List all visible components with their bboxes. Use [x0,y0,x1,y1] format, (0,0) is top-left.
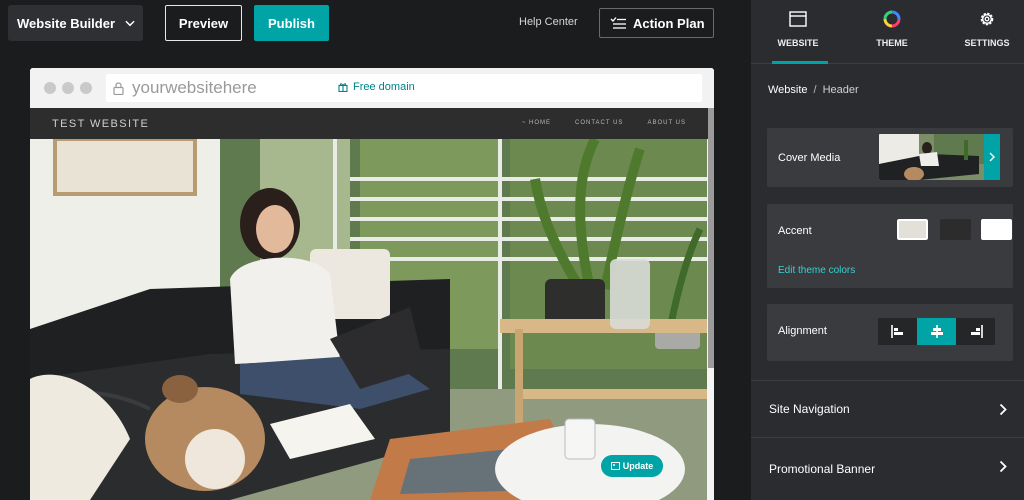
lock-icon [113,81,124,95]
free-domain-link[interactable]: Free domain [338,81,415,93]
window-dot [62,82,74,94]
website-builder-dropdown[interactable]: Website Builder [8,5,143,41]
update-label: Update [622,461,654,471]
help-center-link[interactable]: Help Center [519,16,578,28]
update-button[interactable]: Update [601,455,663,477]
browser-window-icon [789,8,807,30]
breadcrumb: Website / Header [768,84,859,96]
site-preview-browser: yourwebsitehere Free domain TEST WEBSITE… [30,68,714,500]
image-icon [610,462,620,470]
accent-swatch-white[interactable] [981,219,1012,240]
accent-swatch-dark[interactable] [940,219,971,240]
align-left-icon[interactable] [878,318,917,345]
accent-card: Accent Edit theme colors [767,204,1013,288]
action-plan-button[interactable]: Action Plan [599,8,714,38]
accent-swatch-light[interactable] [896,218,929,241]
promotional-banner-row[interactable]: Promotional Banner [751,437,1024,494]
gear-icon [978,8,996,30]
chevron-right-icon [999,460,1007,473]
tab-website-label: WEBSITE [777,38,819,48]
window-dot [44,82,56,94]
color-wheel-icon [883,8,901,30]
alignment-label: Alignment [778,325,827,337]
alignment-options [878,318,995,345]
align-center-icon[interactable] [917,318,956,345]
free-domain-label: Free domain [353,81,415,93]
panel-tabs: WEBSITE THEME SETTINGS [751,0,1024,64]
builder-label: Website Builder [17,15,116,31]
chevron-right-icon [999,403,1007,416]
site-navigation-row[interactable]: Site Navigation [751,380,1024,437]
window-dot [80,82,92,94]
publish-button[interactable]: Publish [254,5,329,41]
checklist-icon [610,17,626,29]
editor-panel: WEBSITE THEME SETTINGS Website / Header C [751,0,1024,500]
tab-settings-label: SETTINGS [964,38,1010,48]
tab-theme[interactable]: THEME [852,8,932,64]
cover-media-thumbnail[interactable] [879,134,1000,180]
gift-icon [338,83,348,92]
site-navigation-label: Site Navigation [769,402,850,416]
nav-home[interactable]: ~ HOME [522,120,551,126]
browser-chrome: yourwebsitehere Free domain [30,68,714,108]
nav-about-us[interactable]: ABOUT US [647,120,686,126]
align-right-icon[interactable] [956,318,995,345]
promotional-banner-label: Promotional Banner [769,462,876,476]
hero-cover-image [30,139,707,500]
breadcrumb-root[interactable]: Website [768,84,808,96]
edit-theme-colors-link[interactable]: Edit theme colors [778,265,855,276]
address-bar: yourwebsitehere Free domain [106,74,702,102]
tab-website[interactable]: WEBSITE [758,8,838,64]
site-nav: ~ HOME CONTACT US ABOUT US [522,120,686,126]
site-header[interactable]: TEST WEBSITE ~ HOME CONTACT US ABOUT US [30,108,714,139]
accent-label: Accent [778,225,812,237]
preview-button[interactable]: Preview [165,5,242,41]
nav-contact-us[interactable]: CONTACT US [575,120,623,126]
site-title: TEST WEBSITE [52,118,150,130]
chevron-right-icon[interactable] [984,134,1000,180]
breadcrumb-current: Header [822,84,859,96]
tab-theme-label: THEME [876,38,908,48]
chevron-down-icon [125,18,135,28]
cover-photo-illustration [30,139,707,500]
breadcrumb-separator: / [813,84,817,96]
alignment-card: Alignment [767,304,1013,361]
cover-media-card[interactable]: Cover Media [767,128,1013,187]
action-plan-label: Action Plan [633,15,705,31]
preview-scrollbar[interactable] [708,108,714,368]
site-url: yourwebsitehere [132,78,257,97]
tab-settings[interactable]: SETTINGS [947,8,1024,64]
cover-media-label: Cover Media [778,152,841,164]
